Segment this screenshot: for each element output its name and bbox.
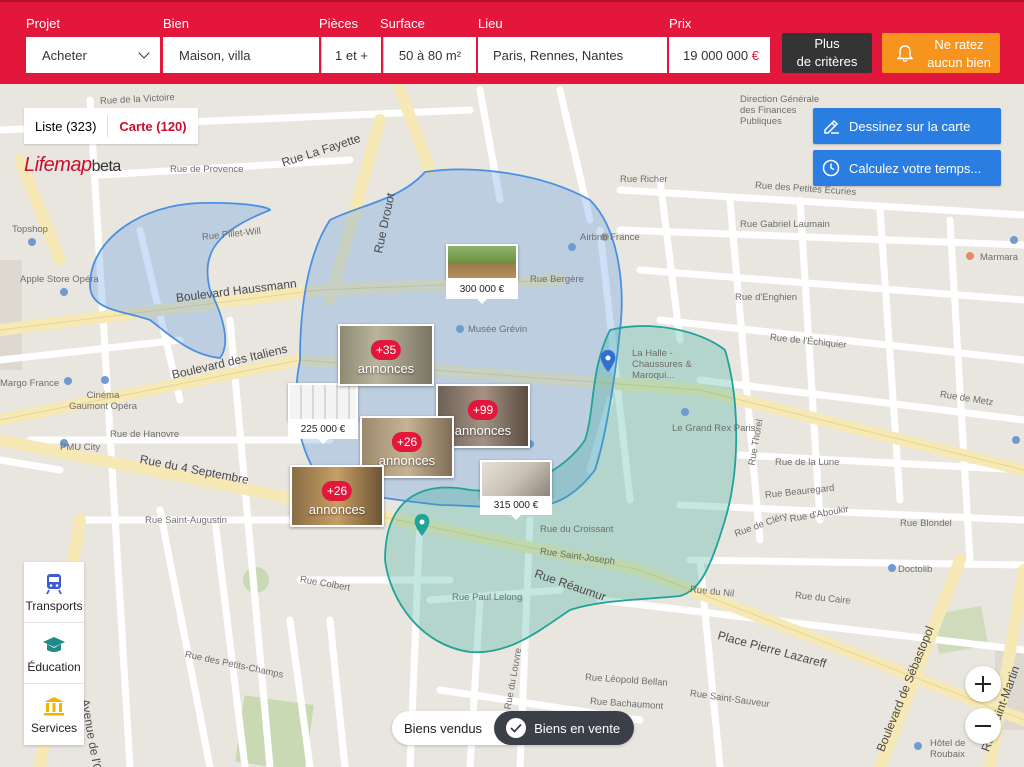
- bien-label: Bien: [163, 16, 190, 31]
- category-education[interactable]: Éducation: [24, 623, 84, 684]
- lieu-field[interactable]: Paris, Rennes, Nantes: [478, 37, 667, 73]
- graduation-cap-icon: [42, 633, 66, 657]
- street-label: Rue de la Lune: [775, 457, 840, 468]
- for-sale-label: Biens en vente: [534, 720, 621, 736]
- listing-photo[interactable]: [480, 460, 552, 498]
- poi-label: La Halle - Chaussures & Maroqui...: [632, 348, 692, 381]
- more-criteria-line2: de critères: [796, 54, 858, 69]
- cluster-label: annonces: [308, 502, 366, 517]
- sold-toggle: Biens vendus Biens en vente: [392, 711, 635, 745]
- listing-photo[interactable]: [446, 244, 518, 280]
- zoom-out-button[interactable]: [965, 708, 1001, 744]
- listing-price[interactable]: 315 000 €: [480, 496, 552, 520]
- prix-field[interactable]: 19 000 000 €: [669, 37, 770, 73]
- projet-label: Projet: [26, 16, 60, 31]
- poi-label: Marmara: [980, 252, 1019, 263]
- logo-brand: Lifemap: [24, 154, 92, 176]
- poi-label: Apple Store Opéra: [20, 274, 99, 285]
- poi-label: Doctolib: [898, 564, 933, 575]
- category-services-label: Services: [30, 721, 77, 735]
- cluster-count: +35: [370, 340, 402, 360]
- listing-price[interactable]: 300 000 €: [446, 280, 518, 304]
- street-label: Rue Gabriel Laumain: [740, 219, 830, 230]
- bell-icon: [892, 45, 918, 63]
- train-icon: [44, 572, 64, 596]
- travel-time-label: Calculez votre temps...: [849, 160, 982, 176]
- prix-currency: €: [751, 47, 759, 63]
- category-transports[interactable]: Transports: [24, 562, 84, 623]
- cluster-count: +99: [467, 400, 499, 420]
- draw-on-map-label: Dessinez sur la carte: [849, 118, 971, 134]
- view-toggle: Liste (323) Carte (120): [24, 108, 198, 144]
- listing-photo[interactable]: [288, 383, 358, 421]
- alert-button[interactable]: Ne ratez aucun bien: [882, 33, 1000, 73]
- cluster-count: +26: [321, 481, 353, 501]
- pieces-value: 1 et +: [335, 47, 368, 63]
- sold-option[interactable]: Biens vendus: [392, 721, 494, 736]
- list-view-tab[interactable]: Liste (323): [24, 119, 107, 134]
- projet-select[interactable]: Acheter: [26, 37, 160, 73]
- lieu-label: Lieu: [478, 16, 503, 31]
- map-view-tab[interactable]: Carte (120): [108, 119, 197, 134]
- alert-line2: aucun bien: [927, 55, 991, 70]
- chevron-down-icon: [138, 47, 150, 59]
- more-criteria-line1: Plus: [814, 36, 840, 51]
- pencil-icon: [813, 117, 849, 135]
- category-transports-label: Transports: [25, 598, 83, 613]
- bien-field[interactable]: Maison, villa: [163, 37, 319, 73]
- street-label: Rue Bergère: [530, 274, 584, 285]
- lifemap-logo: Lifemapbeta: [24, 154, 121, 177]
- category-panel: Transports Éducation Services: [24, 562, 84, 745]
- street-label: Rue d'Enghien: [735, 292, 798, 303]
- listing-cluster[interactable]: +26 annonces: [290, 465, 384, 527]
- street-label: Rue Paul Lelong: [452, 592, 523, 603]
- poi-label: Margo France: [0, 378, 60, 389]
- category-services[interactable]: Services: [24, 684, 84, 745]
- street-label: Rue de Hanovre: [110, 429, 180, 440]
- projet-value: Acheter: [42, 47, 87, 63]
- street-label: Rue Saint-Augustin: [145, 515, 227, 526]
- lieu-value: Paris, Rennes, Nantes: [493, 47, 624, 63]
- poi-label: Le Grand Rex Paris: [672, 423, 756, 434]
- surface-field[interactable]: 50 à 80 m²: [383, 37, 476, 73]
- listing-price[interactable]: 225 000 €: [288, 420, 358, 444]
- plus-icon: [975, 676, 991, 692]
- cluster-count: +26: [391, 432, 423, 452]
- zoom-in-button[interactable]: [965, 666, 1001, 702]
- street-label: Rue Richer: [620, 174, 668, 185]
- poi-label: Cinéma Gaumont Opéra: [68, 390, 138, 412]
- check-icon: [506, 718, 527, 738]
- poi-label: Direction Générale des Finances Publique…: [740, 94, 820, 127]
- prix-label: Prix: [669, 16, 692, 31]
- poi-label: Airbnb France: [580, 232, 640, 243]
- pieces-field[interactable]: 1 et +: [321, 37, 381, 73]
- clock-icon: [813, 159, 849, 177]
- poi-label: Topshop: [12, 224, 48, 235]
- alert-line1: Ne ratez: [934, 37, 984, 52]
- travel-time-button[interactable]: Calculez votre temps...: [813, 150, 1001, 186]
- minus-icon: [975, 725, 991, 727]
- search-header: Projet Bien Pièces Surface Lieu Prix Ach…: [0, 0, 1024, 84]
- more-criteria-button[interactable]: Plus de critères: [782, 33, 872, 73]
- for-sale-option[interactable]: Biens en vente: [494, 711, 635, 745]
- street-label: Rue du Croissant: [540, 524, 614, 535]
- poi-label: PMU City: [60, 442, 101, 453]
- listing-cluster[interactable]: +35 annonces: [338, 324, 434, 386]
- bien-value: Maison, villa: [179, 47, 251, 63]
- category-education-label: Éducation: [27, 659, 81, 674]
- logo-beta: beta: [91, 158, 122, 175]
- street-label: Rue de Provence: [170, 164, 244, 175]
- poi-label: Musée Grévin: [468, 324, 528, 335]
- draw-on-map-button[interactable]: Dessinez sur la carte: [813, 108, 1001, 144]
- cluster-label: annonces: [357, 361, 415, 376]
- pieces-label: Pièces: [319, 16, 359, 31]
- bank-icon: [43, 694, 65, 718]
- surface-value: 50 à 80 m²: [398, 47, 462, 63]
- prix-value: 19 000 000: [683, 47, 749, 63]
- surface-label: Surface: [380, 16, 425, 31]
- street-label: Rue Blondel: [900, 518, 952, 529]
